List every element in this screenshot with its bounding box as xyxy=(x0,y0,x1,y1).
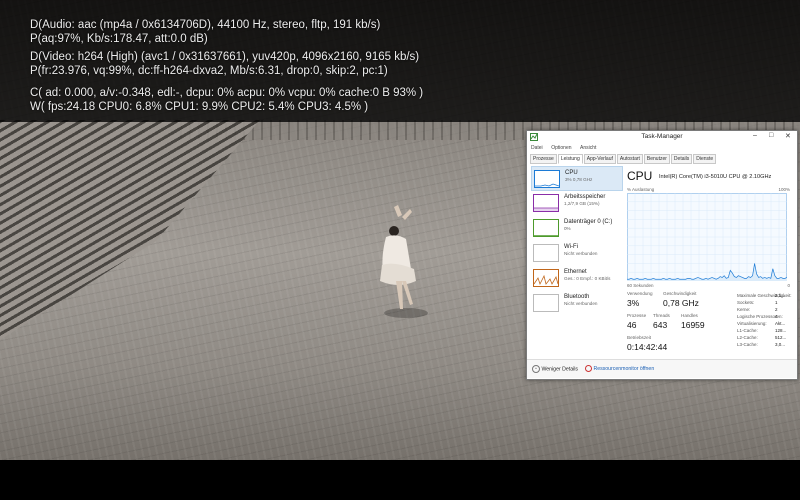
graph-axis-max: 100% xyxy=(778,187,790,192)
threads-label: Threads xyxy=(653,313,670,318)
spec-key: Kerne: xyxy=(737,307,751,312)
close-button[interactable]: ✕ xyxy=(785,132,791,140)
graph-time-end: 0 xyxy=(787,283,790,288)
cpu-heading: CPU xyxy=(627,169,653,183)
bleacher-steps xyxy=(0,120,260,340)
resource-monitor-icon xyxy=(585,365,592,372)
resource-monitor-link[interactable]: Ressourcenmonitor öffnen xyxy=(585,365,654,372)
graph-time-span: 60 Sekunden xyxy=(627,283,654,288)
sidebar-item-label: Ethernet xyxy=(564,269,587,275)
usage-value: 3% xyxy=(627,298,640,308)
sidebar-item-label: Wi-Fi xyxy=(564,244,578,250)
spec-value: 512... xyxy=(775,335,787,340)
menu-datei[interactable]: Datei xyxy=(531,145,543,151)
fewer-details-button[interactable]: ^ Weniger Details xyxy=(532,365,578,373)
spec-value: 128... xyxy=(775,328,787,333)
fewer-details-label: Weniger Details xyxy=(541,366,578,373)
tab-prozesse[interactable]: Prozesse xyxy=(530,154,557,164)
sidebar-item-label: Arbeitsspeicher xyxy=(564,194,606,200)
sidebar-item-sub: 0% xyxy=(564,226,571,231)
spec-key: L1-Cache: xyxy=(737,328,758,333)
menu-bar: Datei Optionen Ansicht xyxy=(531,145,603,152)
speed-label: Geschwindigkeit xyxy=(663,291,697,296)
sidebar-item-bluetooth[interactable]: Bluetooth Nicht verbunden xyxy=(531,291,623,316)
task-manager-window: Task-Manager – □ ✕ Datei Optionen Ansich… xyxy=(526,130,798,380)
osd-cpu-stats: W( fps:24.18 CPU0: 6.8% CPU1: 9.9% CPU2:… xyxy=(30,101,369,113)
minimize-button[interactable]: – xyxy=(753,132,757,139)
usage-label: Verwendung xyxy=(627,291,653,296)
processes-value: 46 xyxy=(627,320,637,330)
sidebar-item-ethernet[interactable]: Ethernet Ges.: 0 Empf.: 0 KBit/s xyxy=(531,266,623,291)
spec-key: Virtualisierung: xyxy=(737,321,767,326)
sidebar-item-sub: 3% 0,78 GHz xyxy=(565,177,593,182)
spec-value: 1 xyxy=(775,300,778,305)
cpu-model: Intel(R) Core(TM) i3-5010U CPU @ 2.10GHz xyxy=(659,174,772,180)
sidebar-item-sub: Ges.: 0 Empf.: 0 KBit/s xyxy=(564,276,611,281)
graph-axis-label: % Auslastung xyxy=(627,187,655,192)
resource-monitor-label: Ressourcenmonitor öffnen xyxy=(593,365,655,372)
osd-audio-presenter: P(aq:97%, Kb/s:178.47, att:0.0 dB) xyxy=(30,33,208,45)
tab-app-verlauf[interactable]: App-Verlauf xyxy=(583,154,616,164)
graph-grid xyxy=(627,193,787,281)
disk-thumbnail-graph xyxy=(533,219,559,237)
spec-value: 2 xyxy=(775,307,778,312)
title-bar[interactable]: Task-Manager – □ ✕ xyxy=(527,131,797,143)
sidebar-item-memory[interactable]: Arbeitsspeicher 1,2/7,9 GB (15%) xyxy=(531,191,623,216)
uptime-value: 0:14:42:44 xyxy=(627,342,668,352)
maximize-button[interactable]: □ xyxy=(769,132,773,139)
threads-value: 643 xyxy=(653,320,668,330)
menu-ansicht[interactable]: Ansicht xyxy=(580,145,596,151)
sidebar-item-label: CPU xyxy=(565,170,578,176)
tab-autostart[interactable]: Autostart xyxy=(616,154,643,164)
sidebar-item-wifi[interactable]: Wi-Fi Nicht verbunden xyxy=(531,241,623,266)
sidebar-item-sub: 1,2/7,9 GB (15%) xyxy=(564,201,600,206)
footer-bar: ^ Weniger Details Ressourcenmonitor öffn… xyxy=(527,359,797,378)
spec-value: 3,0... xyxy=(775,342,786,347)
resource-sidebar: CPU 3% 0,78 GHz Arbeitsspeicher 1,2/7,9 … xyxy=(531,166,623,316)
ethernet-thumbnail-graph xyxy=(533,269,559,287)
sidebar-item-disk[interactable]: Datenträger 0 (C:) 0% xyxy=(531,216,623,241)
handles-value: 16959 xyxy=(681,320,705,330)
sidebar-item-label: Datenträger 0 (C:) xyxy=(564,219,613,225)
processes-label: Prozesse xyxy=(627,313,647,318)
spec-value: Akt... xyxy=(775,321,786,326)
spec-value: 4 xyxy=(775,314,778,319)
bluetooth-thumbnail-graph xyxy=(533,294,559,312)
speed-value: 0,78 GHz xyxy=(663,298,699,308)
osd-cache-stats: C( ad: 0.000, a/v:-0.348, edl:-, dcpu: 0… xyxy=(30,87,424,99)
tab-leistung[interactable]: Leistung xyxy=(557,154,583,164)
sidebar-item-cpu[interactable]: CPU 3% 0,78 GHz xyxy=(531,166,623,191)
menu-optionen[interactable]: Optionen xyxy=(551,145,571,151)
sidebar-item-label: Bluetooth xyxy=(564,294,590,300)
sidebar-item-sub: Nicht verbunden xyxy=(564,301,598,306)
uptime-label: Betriebszeit xyxy=(627,335,652,340)
memory-thumbnail-graph xyxy=(533,194,559,212)
spec-value: 2,1... xyxy=(775,293,786,298)
tab-dienste[interactable]: Dienste xyxy=(693,154,717,164)
osd-video-presenter: P(fr:23.976, vq:99%, dc:ff-h264-dxva2, M… xyxy=(30,65,388,77)
spec-key: L3-Cache: xyxy=(737,342,758,347)
cpu-thumbnail-graph xyxy=(534,170,560,188)
dancer-figure xyxy=(380,205,428,318)
tab-bar: Prozesse Leistung App-Verlauf Autostart … xyxy=(530,154,717,164)
spec-key: L2-Cache: xyxy=(737,335,758,340)
cpu-usage-graph xyxy=(627,193,787,281)
wifi-thumbnail-graph xyxy=(533,244,559,262)
osd-video-decoder: D(Video: h264 (High) (avc1 / 0x31637661)… xyxy=(30,51,420,63)
tab-benutzer[interactable]: Benutzer xyxy=(643,154,670,164)
osd-audio-decoder: D(Audio: aac (mp4a / 0x6134706D), 44100 … xyxy=(30,19,381,31)
handles-label: Handles xyxy=(681,313,698,318)
tab-details[interactable]: Details xyxy=(670,154,693,164)
chevron-up-icon: ^ xyxy=(532,365,540,373)
spec-key: Sockets: xyxy=(737,300,755,305)
sidebar-item-sub: Nicht verbunden xyxy=(564,251,598,256)
